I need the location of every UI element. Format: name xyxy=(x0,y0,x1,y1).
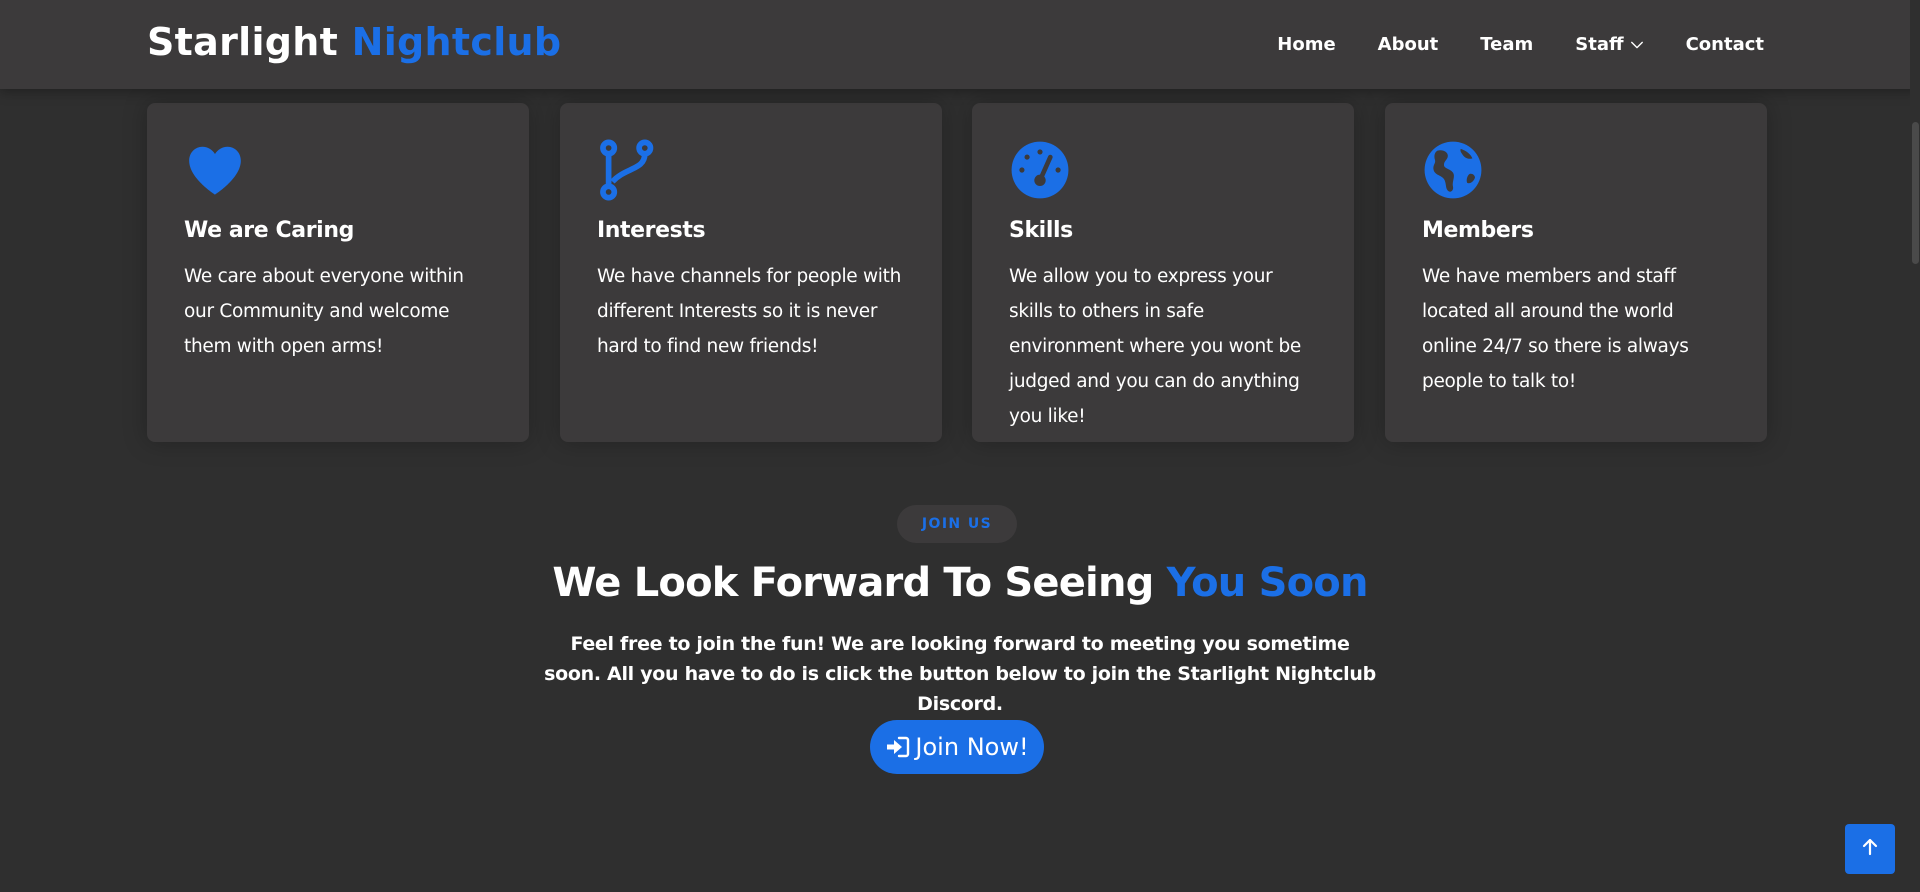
join-now-button[interactable]: Join Now! xyxy=(870,720,1044,774)
page-scrollbar[interactable] xyxy=(1910,0,1920,892)
join-title-main: We Look Forward To Seeing xyxy=(552,560,1154,606)
back-to-top-button[interactable] xyxy=(1845,824,1895,874)
feature-cards: We are Caring We care about everyone wit… xyxy=(147,103,1767,442)
join-title-accent: You Soon xyxy=(1166,560,1369,606)
feature-card-title: We are Caring xyxy=(184,218,354,243)
feature-card-title: Skills xyxy=(1009,218,1073,243)
scrollbar-thumb[interactable] xyxy=(1912,122,1919,264)
feature-card-title: Interests xyxy=(597,218,706,243)
nav-contact[interactable]: Contact xyxy=(1686,34,1764,55)
nav-staff-label: Staff xyxy=(1575,34,1624,55)
nav-home[interactable]: Home xyxy=(1277,34,1335,55)
feature-card-text: We care about everyone within our Commun… xyxy=(184,266,464,357)
feature-card-skills: Skills We allow you to express your skil… xyxy=(972,103,1354,442)
feature-card-members: Members We have members and staff locate… xyxy=(1385,103,1767,442)
speedometer-icon xyxy=(1009,139,1317,201)
feature-card-text: We allow you to express your skills to o… xyxy=(1009,266,1302,427)
join-now-label: Join Now! xyxy=(915,733,1029,761)
nav-about-label: About xyxy=(1377,34,1439,55)
logo-accent-text: Nightclub xyxy=(351,20,562,64)
join-section-title: We Look Forward To Seeing You Soon xyxy=(0,560,1920,606)
nav-staff-dropdown[interactable]: Staff xyxy=(1575,34,1643,55)
sign-in-icon xyxy=(885,735,911,759)
logo-main-text: Starlight xyxy=(147,20,339,64)
join-section-description: Feel free to join the fun! We are lookin… xyxy=(544,633,1376,715)
nav-home-label: Home xyxy=(1277,34,1336,55)
feature-card-text: We have members and staff located all ar… xyxy=(1422,266,1689,392)
feature-card-title: Members xyxy=(1422,218,1534,243)
nav-about[interactable]: About xyxy=(1378,34,1439,55)
join-us-badge: JOIN US xyxy=(897,505,1017,543)
nav-team-label: Team xyxy=(1480,34,1534,55)
main-nav: Home About Team Staff Contact xyxy=(1277,0,1764,89)
feature-card-text: We have channels for people with differe… xyxy=(597,266,902,357)
site-header: Starlight Nightclub Home About Team Staf… xyxy=(0,0,1920,89)
globe-icon xyxy=(1422,139,1730,201)
site-logo[interactable]: Starlight Nightclub xyxy=(147,20,561,64)
feature-card-interests: Interests We have channels for people wi… xyxy=(560,103,942,442)
feature-card-caring: We are Caring We care about everyone wit… xyxy=(147,103,529,442)
heart-icon xyxy=(184,139,492,201)
git-branch-icon xyxy=(597,139,905,201)
chevron-down-icon xyxy=(1630,38,1644,52)
page: Starlight Nightclub Home About Team Staf… xyxy=(0,0,1920,892)
arrow-up-icon xyxy=(1860,837,1880,862)
nav-team[interactable]: Team xyxy=(1480,34,1533,55)
nav-contact-label: Contact xyxy=(1685,34,1764,55)
